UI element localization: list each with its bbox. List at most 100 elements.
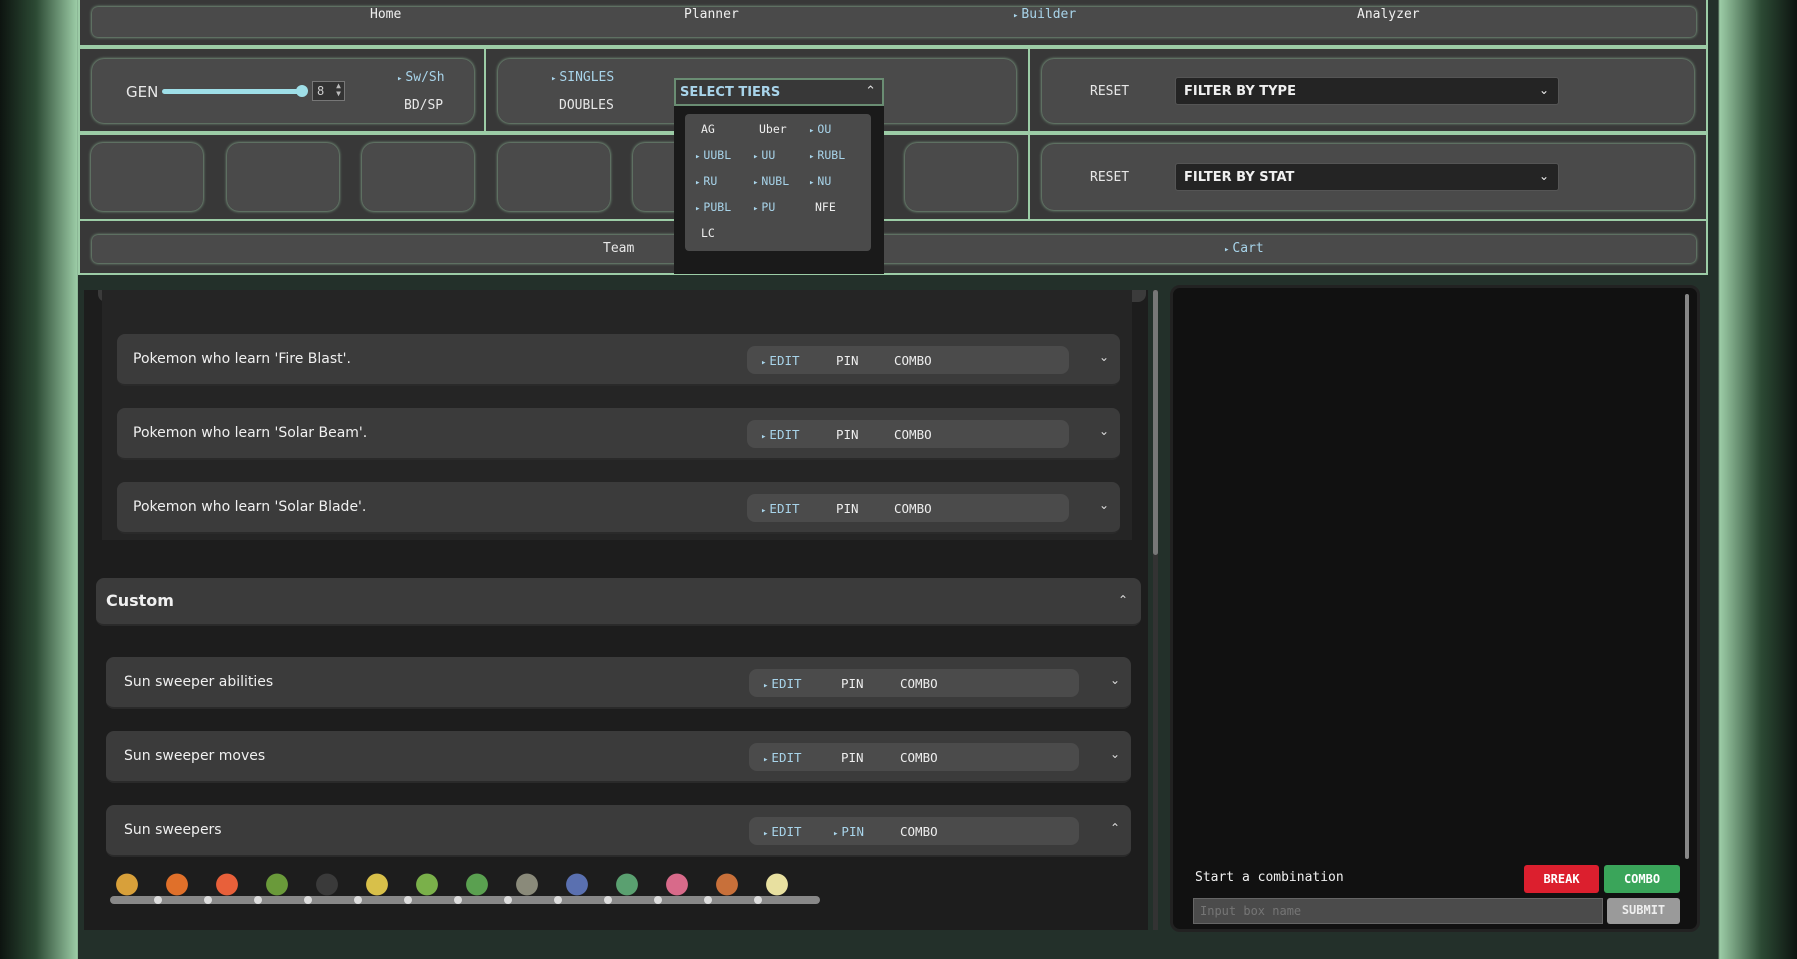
pokemon-sprite[interactable]: [110, 868, 144, 898]
list-scrollbar[interactable]: [1153, 290, 1158, 930]
edit-button[interactable]: EDIT: [761, 501, 799, 516]
tier-option-nubl[interactable]: NUBL: [753, 174, 789, 188]
type-reset-button[interactable]: RESET: [1090, 84, 1129, 99]
type-filter-panel: RESET FILTER BY TYPE ⌄: [1028, 47, 1708, 133]
tier-option-lc[interactable]: LC: [701, 226, 715, 240]
nav-home[interactable]: Home: [370, 7, 401, 22]
chevron-up-icon[interactable]: ⌃: [1118, 593, 1128, 607]
tier-option-nfe[interactable]: NFE: [815, 200, 836, 214]
game-bdsp[interactable]: BD/SP: [404, 98, 443, 113]
stat-filter-select[interactable]: FILTER BY STAT ⌄: [1175, 163, 1559, 191]
tier-option-ou[interactable]: OU: [809, 122, 831, 136]
gen-slider-knob[interactable]: [296, 85, 308, 97]
nav-analyzer[interactable]: Analyzer: [1357, 7, 1420, 22]
type-filter-value: FILTER BY TYPE: [1184, 84, 1296, 99]
tier-option-pu[interactable]: PU: [753, 200, 775, 214]
pin-button[interactable]: PIN: [841, 676, 864, 691]
tier-option-ru[interactable]: RU: [695, 174, 717, 188]
tier-option-uu[interactable]: UU: [753, 148, 775, 162]
pin-button[interactable]: PIN: [836, 427, 859, 442]
nav-planner[interactable]: Planner: [684, 7, 739, 22]
pokemon-sprite[interactable]: [460, 868, 494, 898]
tier-option-nu[interactable]: NU: [809, 174, 831, 188]
sprite-separator-dot: [704, 896, 712, 904]
row-actions: EDIT PIN COMBO: [747, 494, 1069, 522]
pin-button[interactable]: PIN: [836, 501, 859, 516]
pokemon-sprite[interactable]: [260, 868, 294, 898]
combo-button[interactable]: COMBO: [900, 824, 938, 839]
pin-button[interactable]: PIN: [833, 824, 864, 839]
list-item: Pokemon who learn 'Solar Beam'. EDIT PIN…: [117, 408, 1120, 460]
chevron-down-icon[interactable]: ⌄: [1110, 747, 1120, 761]
row-title: Sun sweeper moves: [124, 748, 266, 764]
gen-slider-track[interactable]: [162, 89, 302, 94]
list-scrollbar-thumb[interactable]: [1153, 290, 1158, 555]
format-doubles[interactable]: DOUBLES: [559, 98, 614, 113]
gen-number-value: 8: [317, 84, 325, 98]
tab-team[interactable]: Team: [603, 241, 634, 256]
team-slot-1[interactable]: [91, 143, 203, 211]
pokemon-sprite[interactable]: [410, 868, 444, 898]
edit-button[interactable]: EDIT: [761, 353, 799, 368]
combo-button[interactable]: COMBO: [894, 501, 932, 516]
row-actions: EDIT PIN COMBO: [749, 743, 1079, 771]
spinner-icon[interactable]: ▲ ▼: [336, 82, 341, 98]
type-filter-select[interactable]: FILTER BY TYPE ⌄: [1175, 77, 1559, 105]
chevron-down-icon[interactable]: ⌄: [1099, 498, 1109, 512]
edit-button[interactable]: EDIT: [763, 824, 801, 839]
pokemon-sprite[interactable]: [360, 868, 394, 898]
chevron-down-icon[interactable]: ⌄: [1099, 350, 1109, 364]
tier-dropdown: SELECT TIERS ⌃ AG Uber OU UUBL UU RUBL RU NUBL NU…: [674, 78, 884, 274]
combo-button[interactable]: COMBO: [894, 353, 932, 368]
tier-option-ag[interactable]: AG: [701, 122, 715, 136]
pokemon-sprite[interactable]: [310, 868, 344, 898]
combo-button[interactable]: COMBO: [900, 676, 938, 691]
pokemon-sprite[interactable]: [710, 868, 744, 898]
combo-button[interactable]: COMBO: [1604, 865, 1680, 893]
tier-option-publ[interactable]: PUBL: [695, 200, 731, 214]
tier-option-uber[interactable]: Uber: [759, 122, 787, 136]
pokemon-sprite[interactable]: [610, 868, 644, 898]
combo-button[interactable]: COMBO: [894, 427, 932, 442]
pokemon-sprite[interactable]: [210, 868, 244, 898]
stat-filter-panel: RESET FILTER BY STAT ⌄: [1028, 133, 1708, 221]
break-button[interactable]: BREAK: [1524, 865, 1599, 893]
team-slot-4[interactable]: [498, 143, 610, 211]
chevron-up-icon[interactable]: ⌃: [1110, 821, 1120, 835]
pokemon-sprite[interactable]: [510, 868, 544, 898]
box-name-input[interactable]: [1193, 898, 1603, 924]
row-title: Pokemon who learn 'Solar Beam'.: [133, 425, 368, 441]
combo-button[interactable]: COMBO: [900, 750, 938, 765]
team-slot-6[interactable]: [905, 143, 1017, 211]
chevron-down-icon[interactable]: ⌄: [1110, 673, 1120, 687]
row-actions: EDIT PIN COMBO: [747, 420, 1069, 448]
team-slot-2[interactable]: [227, 143, 339, 211]
pin-button[interactable]: PIN: [841, 750, 864, 765]
format-singles[interactable]: SINGLES: [551, 70, 614, 85]
pin-button[interactable]: PIN: [836, 353, 859, 368]
row-actions: EDIT PIN COMBO: [747, 346, 1069, 374]
tier-option-uubl[interactable]: UUBL: [695, 148, 731, 162]
edit-button[interactable]: EDIT: [761, 427, 799, 442]
pokemon-sprite[interactable]: [760, 868, 794, 898]
edit-button[interactable]: EDIT: [763, 750, 801, 765]
pokemon-sprite[interactable]: [660, 868, 694, 898]
stat-reset-button[interactable]: RESET: [1090, 170, 1129, 185]
team-slot-3[interactable]: [362, 143, 474, 211]
game-swsh[interactable]: Sw/Sh: [397, 70, 444, 85]
edit-button[interactable]: EDIT: [763, 676, 801, 691]
tier-dropdown-body: AG Uber OU UUBL UU RUBL RU NUBL NU PUBL PU NFE LC: [685, 114, 871, 251]
combination-scrollbar[interactable]: [1685, 294, 1689, 859]
row-actions: EDIT PIN COMBO: [749, 817, 1079, 845]
gen-number-input[interactable]: 8 ▲ ▼: [312, 81, 345, 101]
list-item: Sun sweepers EDIT PIN COMBO ⌃: [106, 805, 1131, 857]
pokemon-sprite[interactable]: [560, 868, 594, 898]
tier-option-rubl[interactable]: RUBL: [809, 148, 845, 162]
nav-builder[interactable]: Builder: [1013, 7, 1076, 22]
tab-cart[interactable]: Cart: [1224, 241, 1263, 256]
chevron-down-icon[interactable]: ⌄: [1099, 424, 1109, 438]
tier-dropdown-header[interactable]: SELECT TIERS ⌃: [674, 78, 884, 106]
custom-section-header[interactable]: Custom ⌃: [96, 578, 1141, 626]
pokemon-sprite[interactable]: [160, 868, 194, 898]
submit-button[interactable]: SUBMIT: [1607, 898, 1680, 924]
